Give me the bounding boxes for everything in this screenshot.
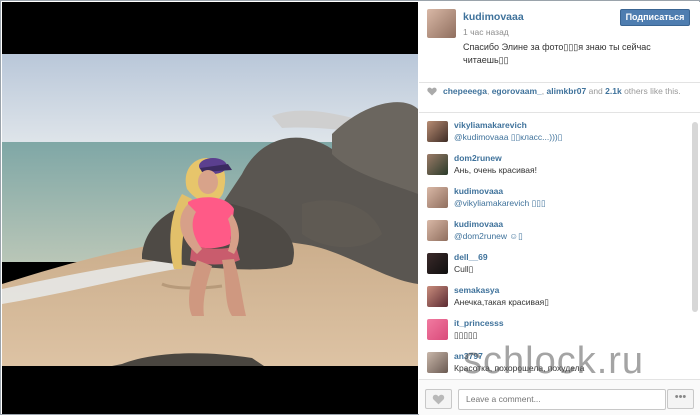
comment-item: kudimovaaa @dom2runew ☺▯	[419, 217, 689, 250]
commenter-avatar[interactable]	[427, 352, 448, 373]
liker-1[interactable]: chepeeega	[443, 86, 487, 96]
commenter-avatar[interactable]	[427, 286, 448, 307]
commenter-avatar[interactable]	[427, 187, 448, 208]
heart-icon	[427, 87, 437, 96]
comment-text: @kudimovaaa ▯▯класс...)))▯	[454, 132, 563, 142]
commenter-avatar[interactable]	[427, 121, 448, 142]
comment-text: @vikyliamakarevich ▯▯▯	[454, 198, 546, 208]
beach-photo-illustration	[2, 54, 418, 366]
comment-text: Ань, очень красивая!	[454, 165, 537, 175]
comments-scrollbar[interactable]	[692, 122, 698, 312]
commenter-username[interactable]: it_princesss	[454, 318, 504, 328]
liker-2[interactable]: egorovaam_	[492, 86, 542, 96]
comment-footer: •••	[419, 379, 700, 415]
comment-text: Анечка,такая красивая▯	[454, 297, 549, 307]
comments-list: vikyliamakarevich @kudimovaaa ▯▯класс...…	[419, 114, 700, 378]
follow-button[interactable]: Подписаться	[620, 9, 690, 26]
commenter-username[interactable]: semakasya	[454, 285, 499, 295]
commenter-username[interactable]: dom2runew	[454, 153, 502, 163]
more-options-button[interactable]: •••	[667, 389, 694, 409]
liker-3[interactable]: alimkbr07	[547, 86, 587, 96]
comment-item: semakasya Анечка,такая красивая▯	[419, 283, 689, 316]
post-photo[interactable]	[2, 54, 418, 366]
likes-suffix: others like this.	[624, 86, 681, 96]
comment-text: Cull▯	[454, 264, 474, 274]
likes-and: and	[588, 86, 603, 96]
comment-item: vikyliamakarevich @kudimovaaa ▯▯класс...…	[419, 118, 689, 151]
media-panel	[2, 2, 418, 414]
likes-text: chepeeega, egorovaam_, alimkbr07 and 2.1…	[443, 86, 681, 96]
commenter-username[interactable]: kudimovaaa	[454, 186, 503, 196]
comment-input[interactable]	[458, 389, 666, 410]
comment-item: dom2runew Ань, очень красивая!	[419, 151, 689, 184]
comment-text: @dom2runew ☺▯	[454, 231, 523, 241]
likes-row: chepeeega, egorovaam_, alimkbr07 and 2.1…	[419, 82, 700, 113]
post-time[interactable]: 1 час назад	[463, 27, 509, 37]
watermark: schlock.ru	[463, 340, 645, 382]
commenter-username[interactable]: dell__69	[454, 252, 488, 262]
likes-count[interactable]: 2.1k	[605, 86, 622, 96]
comment-item: dell__69 Cull▯	[419, 250, 689, 283]
author-username[interactable]: kudimovaaa	[463, 11, 524, 23]
like-button[interactable]	[425, 389, 452, 409]
post-caption: Спасибо Элине за фото▯▯▯я знаю ты сейчас…	[463, 42, 651, 65]
commenter-avatar[interactable]	[427, 220, 448, 241]
commenter-username[interactable]: kudimovaaa	[454, 219, 503, 229]
commenter-avatar[interactable]	[427, 154, 448, 175]
commenter-username[interactable]: vikyliamakarevich	[454, 120, 527, 130]
heart-icon	[432, 394, 445, 405]
author-avatar[interactable]	[427, 9, 456, 38]
post-header: kudimovaaa Подписаться 1 час назад Спаси…	[419, 2, 700, 82]
commenter-avatar[interactable]	[427, 253, 448, 274]
commenter-avatar[interactable]	[427, 319, 448, 340]
comment-item: kudimovaaa @vikyliamakarevich ▯▯▯	[419, 184, 689, 217]
